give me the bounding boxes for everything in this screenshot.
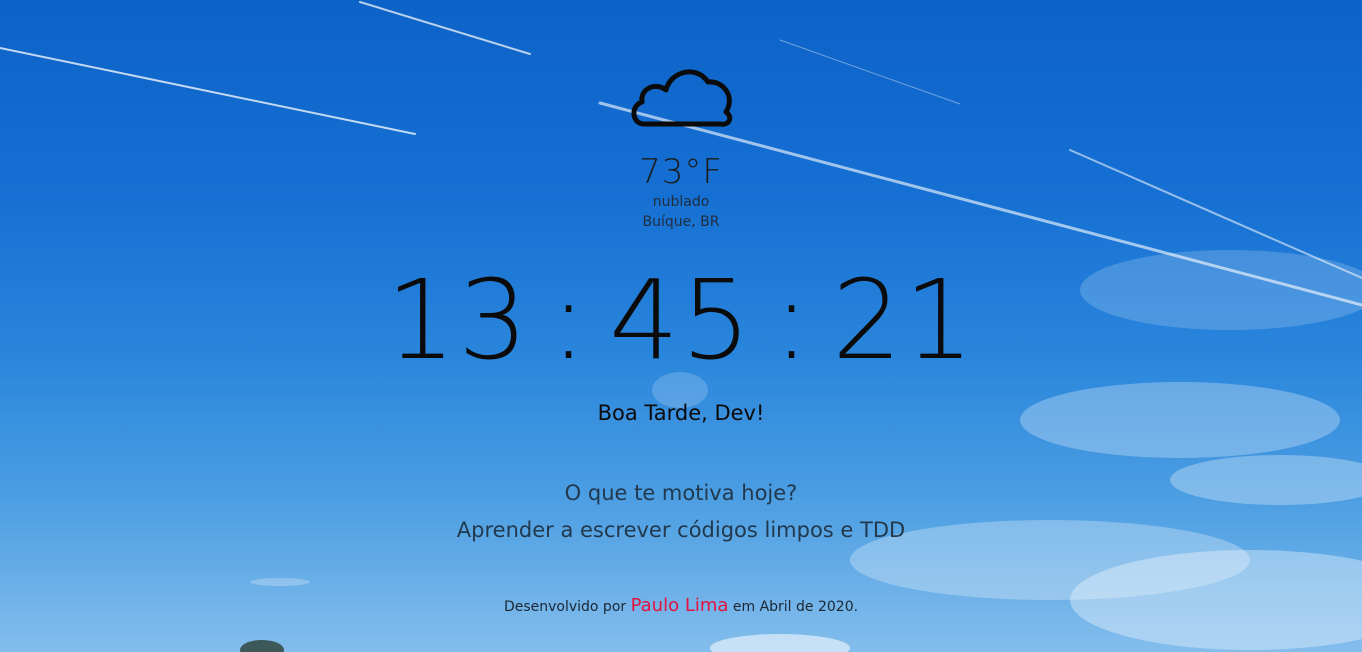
weather-description: nublado [652, 194, 710, 210]
clock-separator: : [549, 256, 589, 384]
clock-minutes: 45 [609, 256, 753, 384]
credits-prefix: Desenvolvido por [503, 599, 627, 615]
cloud-icon [631, 69, 733, 127]
weather-location: Buíque, BR [642, 214, 720, 230]
focus-question: O que te motiva hoje? [564, 481, 798, 505]
temperature: 73°F [639, 152, 723, 192]
footer-credits: Desenvolvido por Paulo Lima em Abril de … [0, 594, 1362, 619]
greeting: Boa Tarde, Dev! [597, 401, 765, 425]
clock-hours: 13 [385, 256, 530, 384]
credits-suffix: em Abril de 2020. [732, 599, 859, 615]
clock: 13:45:21 [0, 255, 1362, 385]
clock-seconds: 21 [832, 256, 977, 384]
author-link[interactable]: Paulo Lima [631, 595, 729, 616]
focus-answer[interactable]: Aprender a escrever códigos limpos e TDD [0, 515, 1362, 545]
weather-widget: 73°F nublado Buíque, BR [0, 56, 1362, 232]
clock-separator: : [772, 256, 813, 384]
